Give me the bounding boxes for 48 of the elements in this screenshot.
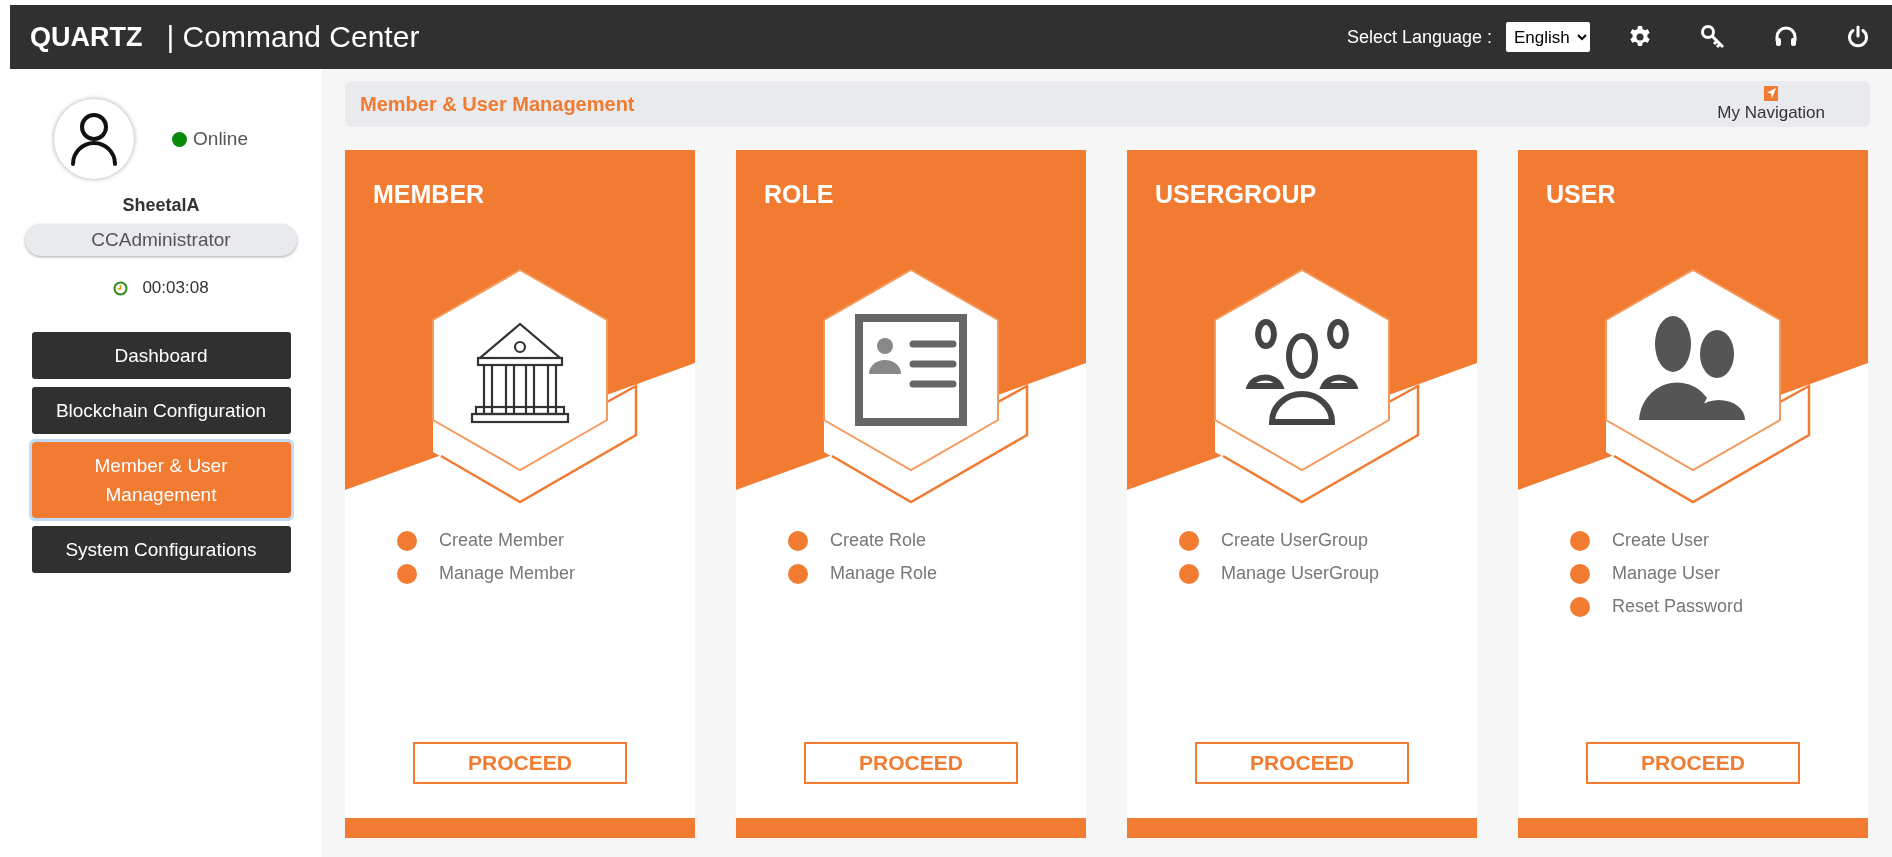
headset-icon[interactable]: [1774, 25, 1798, 49]
action-link[interactable]: Manage User: [1612, 563, 1721, 584]
bullet-icon: [1570, 596, 1590, 617]
status-label: Online: [193, 128, 248, 150]
bullet-icon: [1179, 563, 1199, 584]
bullet-icon: [788, 530, 808, 551]
action-link[interactable]: Reset Password: [1612, 596, 1744, 617]
action-link[interactable]: Manage Member: [439, 563, 576, 584]
proceed-button[interactable]: PROCEED: [804, 742, 1018, 784]
settings-icon[interactable]: [1628, 25, 1652, 49]
action-link[interactable]: Create Role: [830, 530, 927, 551]
proceed-button[interactable]: PROCEED: [1195, 742, 1409, 784]
language-dropdown[interactable]: English: [1506, 22, 1590, 52]
session-timer: 00:03:08: [142, 278, 209, 298]
navigation-icon[interactable]: [1764, 85, 1779, 101]
key-icon[interactable]: [1700, 24, 1726, 50]
nav-item[interactable]: Blockchain Configuration: [31, 387, 291, 434]
bullet-icon: [788, 563, 808, 584]
proceed-button[interactable]: PROCEED: [1586, 742, 1800, 784]
nav-item[interactable]: Member & User Management: [31, 442, 291, 518]
card-title: USERGROUP: [1155, 180, 1318, 208]
bullet-icon: [397, 530, 417, 551]
bullet-icon: [1570, 530, 1590, 551]
card-title: USER: [1546, 180, 1617, 208]
nav-item[interactable]: Dashboard: [31, 332, 291, 379]
action-link[interactable]: Manage UserGroup: [1221, 563, 1380, 584]
proceed-button[interactable]: PROCEED: [413, 742, 627, 784]
card-title: ROLE: [764, 180, 835, 208]
clock-icon: [113, 280, 129, 296]
page-title: Member & User Management: [360, 92, 635, 116]
nav-item[interactable]: System Configurations: [31, 526, 291, 573]
card-title: MEMBER: [373, 180, 486, 208]
power-icon[interactable]: [1846, 25, 1870, 49]
action-link[interactable]: Create Member: [439, 530, 565, 551]
bullet-icon: [397, 563, 417, 584]
brand-logo: QUARTZ: [30, 21, 143, 53]
action-link[interactable]: Create User: [1612, 530, 1710, 551]
language-label: Select Language :: [1346, 26, 1492, 48]
app-title: | Command Center: [166, 20, 420, 54]
action-link[interactable]: Create UserGroup: [1221, 530, 1369, 551]
user-name: SheetalA: [122, 195, 200, 216]
bullet-icon: [1570, 563, 1590, 584]
id-card-icon: [855, 314, 967, 426]
role-badge: CCAdministrator: [25, 224, 297, 256]
user-icon: [69, 112, 120, 166]
action-link[interactable]: Manage Role: [830, 563, 938, 584]
navigation-link[interactable]: My Navigation: [1717, 102, 1825, 123]
bullet-icon: [1179, 530, 1199, 551]
